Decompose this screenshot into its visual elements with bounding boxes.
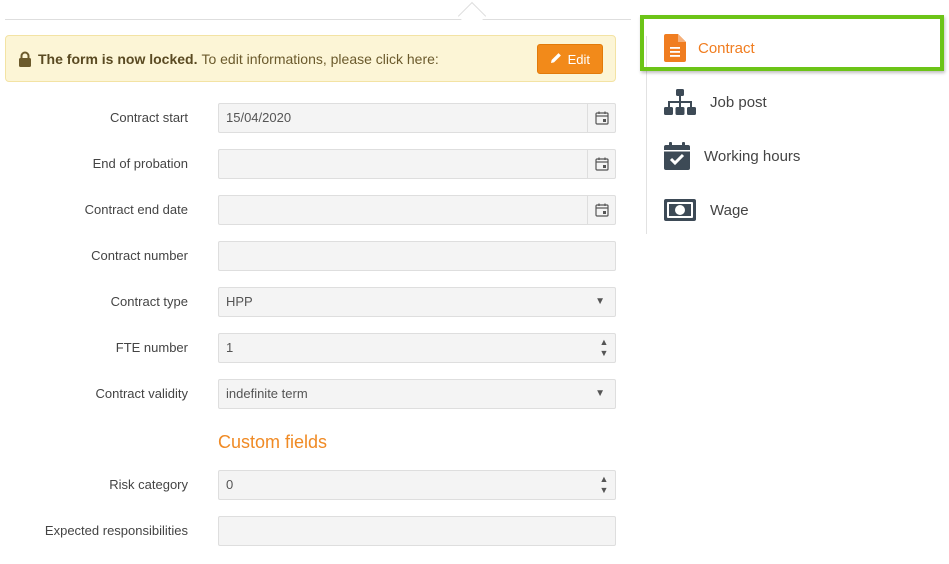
caret-down-icon: ▼ <box>595 388 605 399</box>
contract-start-value: 15/04/2020 <box>226 110 292 125</box>
banknote-icon <box>664 195 710 225</box>
calendar-icon[interactable] <box>587 150 615 178</box>
contract-type-select[interactable]: HPP ▼ <box>218 287 616 317</box>
fte-number-value: 1 <box>226 340 234 355</box>
sidebar-item-wage[interactable]: Wage <box>664 190 749 230</box>
expected-responsibilities-input[interactable] <box>218 516 616 546</box>
sidebar-item-working-hours[interactable]: Working hours <box>664 136 800 176</box>
fte-number-label: FTE number <box>115 340 188 355</box>
spin-up-icon[interactable]: ▲ <box>600 337 609 348</box>
locked-banner: The form is now locked. To edit informat… <box>5 35 616 82</box>
sidebar-item-label: Job post <box>710 93 767 111</box>
risk-category-input[interactable]: 0 ▲ ▼ <box>218 470 616 500</box>
edit-button-label: Edit <box>567 51 590 67</box>
sidebar-item-label: Working hours <box>704 147 801 165</box>
contract-number-input[interactable] <box>218 241 616 271</box>
contract-end-date-label: Contract end date <box>84 202 188 217</box>
spin-down-icon[interactable]: ▼ <box>600 485 609 496</box>
contract-type-value: HPP <box>226 294 253 309</box>
contract-validity-select[interactable]: indefinite term ▼ <box>218 379 616 409</box>
row-contract-end-date: Contract end date <box>0 195 616 225</box>
row-expected-responsibilities: Expected responsibilities <box>0 516 616 546</box>
risk-category-value: 0 <box>226 477 234 492</box>
number-spinner[interactable]: ▲ ▼ <box>593 334 615 362</box>
lock-icon <box>18 51 32 67</box>
contract-validity-label: Contract validity <box>95 386 188 401</box>
row-contract-validity: Contract validity indefinite term ▼ <box>0 379 616 409</box>
row-contract-number: Contract number <box>0 241 616 271</box>
spin-down-icon[interactable]: ▼ <box>600 348 609 359</box>
fte-number-input[interactable]: 1 ▲ ▼ <box>218 333 616 363</box>
org-chart-icon <box>664 87 710 117</box>
contract-number-label: Contract number <box>91 248 188 263</box>
row-risk-category: Risk category 0 ▲ ▼ <box>0 470 616 500</box>
calendar-icon[interactable] <box>587 104 615 132</box>
locked-text: To edit informations, please click here: <box>201 50 439 67</box>
pointer-notch <box>457 1 487 31</box>
spin-up-icon[interactable]: ▲ <box>600 474 609 485</box>
row-fte-number: FTE number 1 ▲ ▼ <box>0 333 616 363</box>
calendar-check-icon <box>664 141 704 171</box>
contract-type-label: Contract type <box>110 294 188 309</box>
locked-title: The form is now locked. <box>38 50 198 67</box>
contract-validity-value: indefinite term <box>226 386 308 401</box>
row-contract-type: Contract type HPP ▼ <box>0 287 616 317</box>
custom-fields-title: Custom fields <box>218 432 328 452</box>
calendar-icon[interactable] <box>587 196 615 224</box>
top-divider <box>5 19 631 20</box>
contract-end-date-input[interactable] <box>218 195 616 225</box>
end-of-probation-input[interactable] <box>218 149 616 179</box>
sidebar-item-job-post[interactable]: Job post <box>664 82 767 122</box>
risk-category-label: Risk category <box>109 477 188 492</box>
active-item-highlight <box>640 15 944 71</box>
expected-responsibilities-label: Expected responsibilities <box>44 523 188 538</box>
contract-start-label: Contract start <box>109 110 188 125</box>
edit-button[interactable]: Edit <box>536 44 603 74</box>
caret-down-icon: ▼ <box>595 296 605 307</box>
pencil-icon <box>550 52 562 67</box>
row-end-of-probation: End of probation <box>0 149 616 179</box>
end-of-probation-label: End of probation <box>92 156 188 171</box>
contract-start-input[interactable]: 15/04/2020 <box>218 103 616 133</box>
sidebar-item-label: Wage <box>710 201 749 219</box>
row-contract-start: Contract start 15/04/2020 <box>0 103 616 133</box>
number-spinner[interactable]: ▲ ▼ <box>593 471 615 499</box>
